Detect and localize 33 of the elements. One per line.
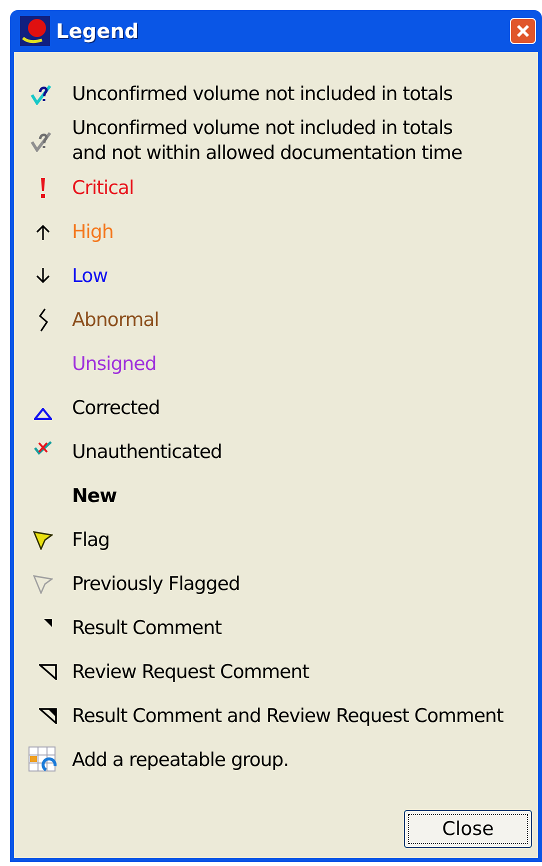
legend-label: Unauthenticated (72, 440, 222, 464)
flag-icon (33, 530, 53, 550)
legend-label: Low (72, 264, 108, 288)
legend-label: Flag (72, 528, 110, 552)
up-arrow-icon (36, 224, 50, 240)
triangle-icon (34, 408, 52, 420)
cross-check-icon (34, 441, 52, 455)
flag-icon (33, 574, 53, 594)
close-icon (516, 24, 530, 38)
legend-label: Previously Flagged (72, 572, 240, 596)
window-title: Legend (56, 19, 140, 43)
legend-label: Result Comment and Review Request Comment (72, 704, 504, 728)
down-arrow-icon (36, 268, 50, 284)
zigzag-icon (37, 308, 49, 332)
legend-label: Unconfirmed volume not included in totals and not within allowed documentation time (72, 116, 462, 166)
app-icon (20, 16, 50, 46)
legend-label: Abnormal (72, 308, 159, 332)
table-add-icon (28, 746, 58, 774)
exclamation-icon (39, 177, 47, 199)
legend-label: Review Request Comment (72, 660, 309, 684)
legend-label: Result Comment (72, 616, 222, 640)
legend-label: New (72, 484, 117, 508)
legend-label: Critical (72, 176, 134, 200)
corner-triangle-icon (39, 664, 57, 680)
close-button[interactable] (510, 18, 536, 44)
close-button[interactable]: Close (404, 810, 532, 848)
legend-label: Corrected (72, 396, 160, 420)
legend-label: High (72, 220, 114, 244)
legend-label: Unsigned (72, 352, 156, 376)
corner-triangle-icon (39, 708, 57, 724)
legend-label: Unconfirmed volume not included in totals (72, 82, 452, 106)
legend-label: Add a repeatable group. (72, 748, 289, 772)
corner-triangle-icon (44, 619, 52, 627)
